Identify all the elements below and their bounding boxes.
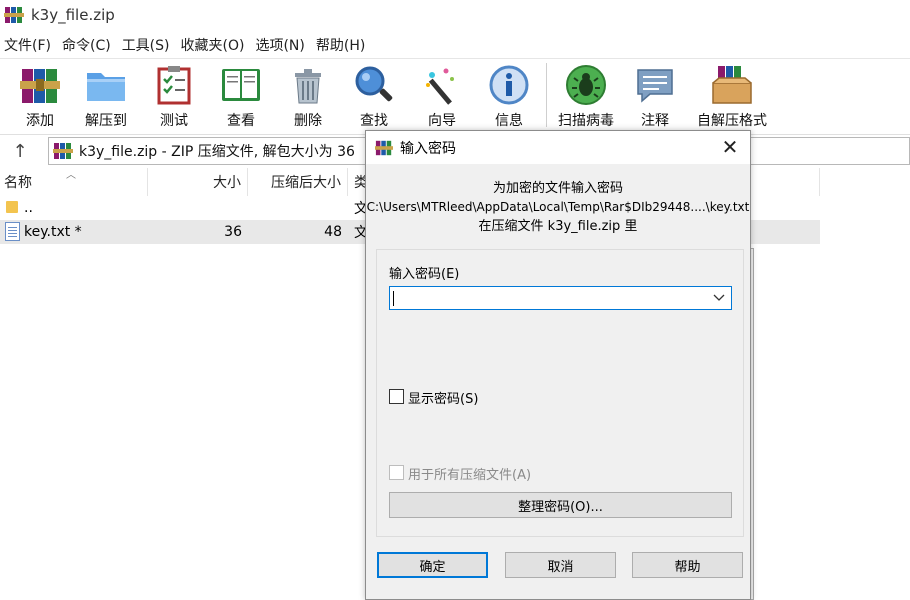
comment-button[interactable]: 注释: [620, 63, 690, 131]
row-name: ..: [24, 200, 33, 216]
extract-to-label: 解压到: [85, 113, 127, 129]
test-label: 测试: [160, 113, 188, 129]
help-button[interactable]: 帮助: [632, 552, 743, 578]
find-label: 查找: [360, 113, 388, 129]
bug-scan-icon: [564, 63, 608, 107]
add-label: 添加: [26, 113, 54, 129]
delete-button[interactable]: 删除: [273, 63, 343, 131]
test-button[interactable]: 测试: [139, 63, 209, 131]
dialog-title: 输入密码: [400, 140, 456, 157]
info-label: 信息: [495, 113, 523, 129]
dialog-info: 为加密的文件输入密码 C:\Users\MTRleed\AppData\Loca…: [366, 179, 750, 236]
use-for-all-checkbox[interactable]: [389, 465, 404, 480]
menu-options[interactable]: 选项(N): [251, 35, 307, 55]
comment-icon: [633, 63, 677, 107]
sfx-button[interactable]: 自解压格式: [697, 63, 767, 131]
info-button[interactable]: 信息: [474, 63, 544, 131]
menu-bar: 文件(F) 命令(C) 工具(S) 收藏夹(O) 选项(N) 帮助(H): [0, 33, 910, 57]
find-button[interactable]: 查找: [339, 63, 409, 131]
chevron-down-icon[interactable]: [711, 289, 727, 307]
virus-scan-button[interactable]: 扫描病毒: [551, 63, 621, 131]
menu-help[interactable]: 帮助(H): [312, 35, 368, 55]
password-input[interactable]: [389, 286, 732, 310]
column-packed-label: 压缩后大小: [271, 175, 341, 191]
window-title: k3y_file.zip: [31, 6, 115, 24]
path-text: k3y_file.zip - ZIP 压缩文件, 解包大小为 36: [79, 144, 355, 160]
row-packed: 48: [324, 224, 342, 240]
menu-favorites[interactable]: 收藏夹(O): [177, 35, 248, 55]
folder-extract-icon: [84, 63, 128, 107]
menu-commands[interactable]: 命令(C): [58, 35, 114, 55]
info-file-path: C:\Users\MTRleed\AppData\Local\Temp\Rar$…: [366, 200, 750, 214]
cancel-button[interactable]: 取消: [505, 552, 616, 578]
menu-tools[interactable]: 工具(S): [118, 35, 173, 55]
magnifier-icon: [352, 63, 396, 107]
magic-wand-icon: [420, 63, 464, 107]
row-name: key.txt *: [24, 224, 82, 240]
use-for-all-label[interactable]: 用于所有压缩文件(A): [408, 464, 531, 483]
sfx-label: 自解压格式: [697, 113, 767, 129]
info-icon: [487, 63, 531, 107]
extract-to-button[interactable]: 解压到: [71, 63, 141, 131]
password-label: 输入密码(E): [389, 267, 460, 282]
column-name-label: 名称: [4, 175, 32, 191]
winrar-app-icon: [4, 5, 24, 25]
delete-label: 删除: [294, 113, 322, 129]
up-arrow-icon[interactable]: ↑: [8, 139, 32, 163]
checklist-icon: [152, 63, 196, 107]
view-label: 查看: [227, 113, 255, 129]
column-packed[interactable]: 压缩后大小: [248, 168, 348, 196]
sfx-box-icon: [710, 63, 754, 107]
winrar-dialog-icon: [375, 139, 393, 157]
wizard-label: 向导: [428, 113, 456, 129]
dialog-title-bar: 输入密码 ✕: [366, 131, 750, 164]
text-caret: [393, 291, 394, 306]
password-dialog: 输入密码 ✕ 为加密的文件输入密码 C:\Users\MTRleed\AppDa…: [365, 130, 751, 600]
ok-button[interactable]: 确定: [377, 552, 488, 578]
show-password-checkbox[interactable]: [389, 389, 404, 404]
column-size-label: 大小: [213, 175, 241, 191]
column-size[interactable]: 大小: [148, 168, 248, 196]
book-view-icon: [219, 63, 263, 107]
archive-add-icon: [18, 63, 62, 107]
show-password-label[interactable]: 显示密码(S): [408, 388, 478, 407]
trash-icon: [286, 63, 330, 107]
wizard-button[interactable]: 向导: [407, 63, 477, 131]
password-group: 输入密码(E) 显示密码(S) 用于所有压缩文件(A) 整理密码(O)...: [376, 249, 744, 537]
menu-file[interactable]: 文件(F): [0, 35, 54, 55]
virus-scan-label: 扫描病毒: [558, 113, 614, 129]
row-size: 36: [224, 224, 242, 240]
organize-passwords-button[interactable]: 整理密码(O)...: [389, 492, 732, 518]
toolbar: 添加 解压到 测试 查看 删除 查找 向导 信息 扫描病毒 注释 自解压格式: [0, 58, 910, 132]
sort-ascending-icon: ︿: [66, 170, 76, 181]
view-button[interactable]: 查看: [206, 63, 276, 131]
folder-up-icon: [6, 201, 18, 213]
add-button[interactable]: 添加: [5, 63, 75, 131]
info-line-3: 在压缩文件 k3y_file.zip 里: [478, 219, 638, 234]
info-line-1: 为加密的文件输入密码: [492, 181, 623, 196]
zip-archive-icon: [53, 141, 73, 161]
comment-label: 注释: [641, 113, 669, 129]
toolbar-separator: [546, 63, 547, 127]
column-name[interactable]: 名称 ︿: [0, 168, 148, 196]
title-bar: k3y_file.zip: [0, 0, 910, 30]
close-icon[interactable]: ✕: [716, 134, 744, 160]
text-file-icon: [5, 222, 20, 241]
